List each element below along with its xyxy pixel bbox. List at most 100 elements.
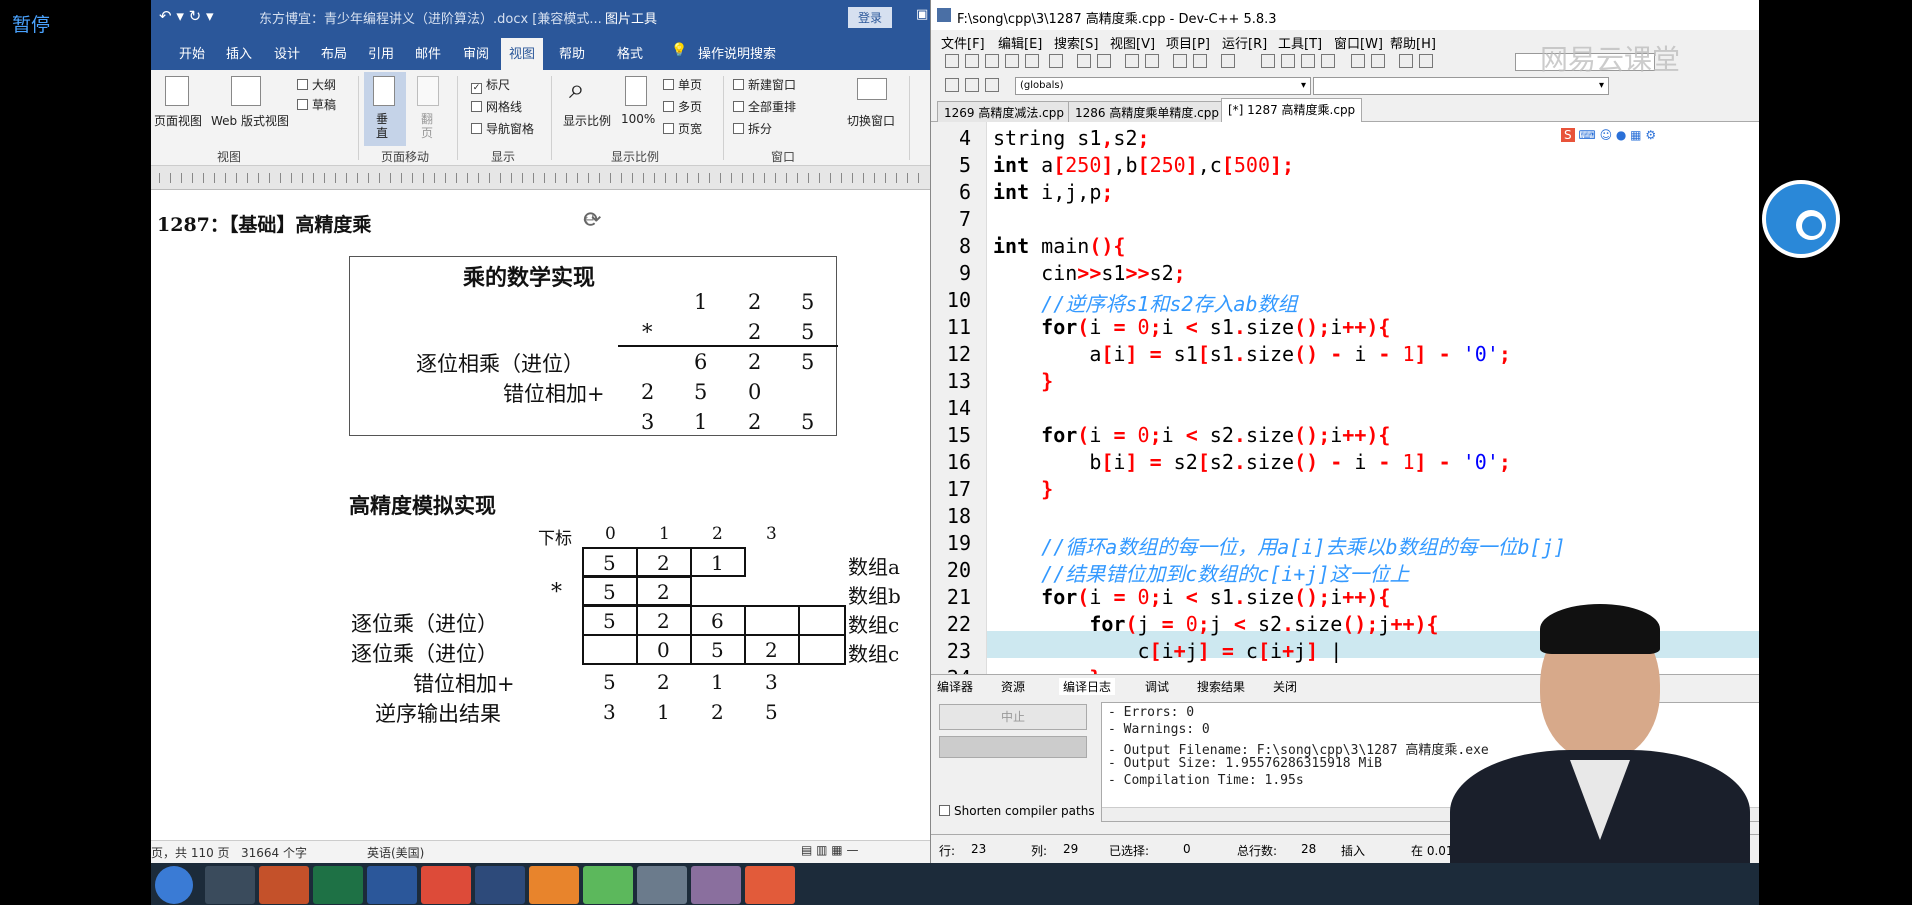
- open-icon[interactable]: [965, 54, 979, 68]
- menu-window[interactable]: 窗口[W]: [1334, 33, 1383, 52]
- tab-references[interactable]: 引用: [368, 43, 394, 62]
- file-tab[interactable]: 1286 高精度乘单精度.cpp: [1068, 101, 1227, 122]
- profile-icon[interactable]: [1399, 54, 1413, 68]
- menu-edit[interactable]: 编辑[E]: [998, 33, 1042, 52]
- web-view-button[interactable]: Web 版式视图: [211, 112, 289, 129]
- file-tab[interactable]: 1269 高精度减法.cpp: [937, 101, 1072, 122]
- zoom-100-button[interactable]: 100%: [621, 112, 655, 126]
- outline-button[interactable]: 大纲: [297, 76, 336, 93]
- menu-run[interactable]: 运行[R]: [1222, 33, 1267, 52]
- page-view-icon[interactable]: [165, 76, 189, 106]
- chrome-icon[interactable]: [421, 866, 471, 904]
- devcpp-taskbar-icon[interactable]: [475, 866, 525, 904]
- rotate-handle-icon[interactable]: ⟳: [583, 208, 601, 233]
- nav-pane-checkbox[interactable]: 导航窗格: [471, 120, 534, 137]
- rebuild-icon[interactable]: [1321, 54, 1335, 68]
- draft-button[interactable]: 草稿: [297, 96, 336, 113]
- player-icon[interactable]: [529, 866, 579, 904]
- stop-button[interactable]: 中止: [939, 704, 1087, 730]
- compile-icon[interactable]: [1261, 54, 1275, 68]
- check-icon[interactable]: [1351, 54, 1365, 68]
- split-button[interactable]: 拆分: [733, 120, 772, 137]
- calculator-icon[interactable]: [637, 866, 687, 904]
- switch-window-icon[interactable]: [857, 78, 887, 100]
- document-page[interactable]: 1287：【基础】高精度乘 ↵ ⟳ 乘的数学实现 1 2 5 * 2 5 逐位相…: [151, 190, 930, 840]
- members-dropdown[interactable]: ▾: [1313, 77, 1609, 95]
- app-icon[interactable]: [745, 866, 795, 904]
- flip-button[interactable]: 翻页: [421, 112, 435, 140]
- start-icon[interactable]: [155, 866, 193, 904]
- powerpoint-icon[interactable]: [259, 866, 309, 904]
- menu-project[interactable]: 项目[P]: [1166, 33, 1210, 52]
- new-file-icon[interactable]: [945, 54, 959, 68]
- menu-file[interactable]: 文件[F]: [941, 33, 985, 52]
- zoom-magnifier-icon[interactable]: ⌕: [569, 72, 585, 106]
- menu-search[interactable]: 搜索[S]: [1054, 33, 1098, 52]
- new-window-button[interactable]: 新建窗口: [733, 76, 796, 93]
- close-file-icon[interactable]: [1025, 54, 1039, 68]
- tab-mailings[interactable]: 邮件: [415, 43, 441, 62]
- page-view-button[interactable]: 页面视图: [154, 112, 202, 129]
- page-count[interactable]: 页，共 110 页: [151, 844, 230, 861]
- tab-view[interactable]: 视图: [501, 38, 544, 70]
- paint-icon[interactable]: [691, 866, 741, 904]
- redo-icon[interactable]: [1097, 54, 1111, 68]
- ribbon-display-icon[interactable]: ▣: [916, 7, 928, 22]
- page-width-button[interactable]: 页宽: [663, 120, 702, 137]
- goto-icon[interactable]: [965, 78, 979, 92]
- tab-compiler[interactable]: 编译器: [937, 678, 973, 695]
- tab-compile-log[interactable]: 编译日志: [1059, 678, 1116, 695]
- language[interactable]: 英语(美国): [367, 844, 424, 861]
- tab-insert[interactable]: 插入: [226, 43, 252, 62]
- tab-design[interactable]: 设计: [274, 43, 300, 62]
- replace-icon[interactable]: [1145, 54, 1159, 68]
- undo-icon[interactable]: ↶ ▾ ↻ ▾: [159, 7, 214, 25]
- ime-toolbar[interactable]: S ⌨ ☺ ● ▦ ⚙: [1561, 128, 1759, 148]
- stop-icon[interactable]: [1371, 54, 1385, 68]
- tab-resources[interactable]: 资源: [1001, 678, 1025, 695]
- arrange-all-button[interactable]: 全部重排: [733, 98, 796, 115]
- tab-close[interactable]: 关闭: [1273, 678, 1297, 695]
- tell-me-search[interactable]: 操作说明搜索: [698, 43, 776, 62]
- unindent-icon[interactable]: [1193, 54, 1207, 68]
- class-browser-icon[interactable]: [945, 78, 959, 92]
- tab-format[interactable]: 格式: [617, 43, 643, 62]
- login-button[interactable]: 登录: [848, 7, 893, 28]
- ruler-checkbox[interactable]: ✓ 标尺: [471, 76, 510, 94]
- tab-help[interactable]: 帮助: [559, 43, 585, 62]
- horizontal-ruler[interactable]: [151, 166, 930, 190]
- bookmark-icon[interactable]: [1221, 54, 1235, 68]
- insert-icon[interactable]: [985, 78, 999, 92]
- gridlines-checkbox[interactable]: 网格线: [471, 98, 522, 115]
- print-icon[interactable]: [1049, 54, 1063, 68]
- tab-search-results[interactable]: 搜索结果: [1197, 678, 1245, 695]
- globals-dropdown[interactable]: (globals) ▾: [1015, 77, 1311, 95]
- tab-debug[interactable]: 调试: [1145, 678, 1169, 695]
- indent-icon[interactable]: [1173, 54, 1187, 68]
- save-icon[interactable]: [985, 54, 999, 68]
- pause-label[interactable]: 暂停: [12, 10, 50, 37]
- menu-view[interactable]: 视图[V]: [1110, 33, 1155, 52]
- word-count[interactable]: 31664 个字: [241, 844, 307, 861]
- code-editor[interactable]: 4 5 6 7 8 9 10 11 12 13 14 15 16 17 18 1…: [931, 122, 1759, 674]
- one-page-button[interactable]: 单页: [663, 76, 702, 93]
- menu-help[interactable]: 帮助[H]: [1390, 33, 1436, 52]
- save-all-icon[interactable]: [1005, 54, 1019, 68]
- word-icon[interactable]: [367, 866, 417, 904]
- run-icon[interactable]: [1281, 54, 1295, 68]
- zoom-button[interactable]: 显示比例: [563, 112, 611, 129]
- compile-run-icon[interactable]: [1301, 54, 1315, 68]
- debug-icon[interactable]: [1419, 54, 1433, 68]
- find-icon[interactable]: [1125, 54, 1139, 68]
- tab-home[interactable]: 开始: [179, 43, 205, 62]
- file-tab-active[interactable]: [*] 1287 高精度乘.cpp: [1221, 98, 1363, 122]
- zoom-100-icon[interactable]: [625, 76, 647, 106]
- multi-page-button[interactable]: 多页: [663, 98, 702, 115]
- app-icon[interactable]: [583, 866, 633, 904]
- floating-globe-icon[interactable]: [1762, 180, 1840, 258]
- switch-window-button[interactable]: 切换窗口: [847, 112, 895, 129]
- undo-icon[interactable]: [1077, 54, 1091, 68]
- web-view-icon[interactable]: [231, 76, 261, 106]
- menu-tools[interactable]: 工具[T]: [1278, 33, 1322, 52]
- tab-review[interactable]: 审阅: [463, 43, 489, 62]
